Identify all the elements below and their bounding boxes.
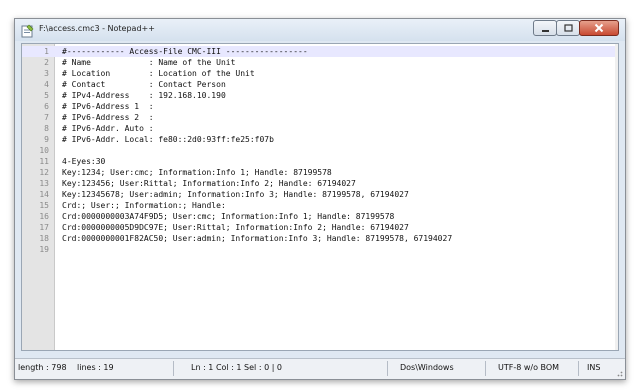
line-number: 5: [44, 91, 49, 100]
line-number: 2: [44, 58, 49, 67]
caption-buttons: [533, 20, 619, 37]
line-number: 3: [44, 69, 49, 78]
line-number: 16: [39, 212, 49, 221]
notepad-app-icon[interactable]: [21, 23, 34, 38]
line-number: 12: [39, 168, 49, 177]
line-text: # IPv4-Address : 192.168.10.190: [62, 91, 226, 100]
title-bar[interactable]: F:\access.cmc3 - Notepad++: [15, 19, 625, 41]
editor-area[interactable]: 1 #------------ Access-File CMC-III -----…: [21, 43, 619, 351]
line-number: 13: [39, 179, 49, 188]
maximize-icon: [563, 23, 573, 32]
status-bar: length : 798 lines : 19 Ln : 1 Col : 1 S…: [15, 358, 625, 379]
maximize-button[interactable]: [556, 20, 580, 36]
line-number: 10: [39, 146, 49, 155]
line-number: 6: [44, 102, 49, 111]
editor-line[interactable]: 1 #------------ Access-File CMC-III -----…: [22, 46, 618, 57]
window-title: F:\access.cmc3 - Notepad++: [39, 24, 155, 33]
line-text: #------------ Access-File CMC-III ------…: [62, 47, 308, 56]
minimize-button[interactable]: [533, 20, 557, 36]
line-text: # Name : Name of the Unit: [62, 58, 236, 67]
line-number: 9: [44, 135, 49, 144]
line-number: 19: [39, 245, 49, 254]
vertical-scrollbar[interactable]: [615, 44, 618, 350]
line-text: Key:12345678; User:admin; Information:In…: [62, 190, 409, 199]
line-number: 15: [39, 201, 49, 210]
line-text: # IPv6-Address 2 :: [62, 113, 154, 122]
line-text: Key:123456; User:Rittal; Information:Inf…: [62, 179, 356, 188]
line-number: 8: [44, 124, 49, 133]
close-button[interactable]: [579, 20, 619, 36]
status-divider: [578, 361, 579, 376]
line-text: Crd:0000000003A74F9D5; User:cmc; Informa…: [62, 212, 395, 221]
line-number: 11: [39, 157, 49, 166]
line-text: Crd:; User:; Information:; Handle:: [62, 201, 226, 210]
line-text: # IPv6-Addr. Auto :: [62, 124, 154, 133]
line-number: 18: [39, 234, 49, 243]
notepad-window: F:\access.cmc3 - Notepad++ 1 #-----------…: [14, 18, 626, 380]
status-length: length : 798: [18, 363, 67, 372]
line-number: 1: [44, 47, 49, 56]
close-icon: [594, 23, 604, 33]
status-encoding: UTF-8 w/o BOM: [498, 363, 560, 372]
status-divider: [173, 361, 174, 376]
line-text: # IPv6-Addr. Local: fe80::2d0:93ff:fe25:…: [62, 135, 274, 144]
line-text: # Location : Location of the Unit: [62, 69, 255, 78]
status-eol: Dos\Windows: [400, 363, 454, 372]
line-number: 4: [44, 80, 49, 89]
status-lines: lines : 19: [77, 363, 114, 372]
minimize-icon: [541, 29, 549, 32]
line-text: Crd:0000000001F82AC50; User:admin; Infor…: [62, 234, 453, 243]
line-text: # IPv6-Address 1 :: [62, 102, 154, 111]
line-text: Key:1234; User:cmc; Information:Info 1; …: [62, 168, 332, 177]
line-number: 17: [39, 223, 49, 232]
line-text: Crd:0000000005D9DC97E; User:Rittal; Info…: [62, 223, 409, 232]
status-position: Ln : 1 Col : 1 Sel : 0 | 0: [191, 363, 283, 372]
status-mode: INS: [587, 363, 601, 372]
status-divider: [387, 361, 388, 376]
line-number: 7: [44, 113, 49, 122]
status-divider: [485, 361, 486, 376]
line-text: # Contact : Contact Person: [62, 80, 226, 89]
line-number: 14: [39, 190, 49, 199]
line-text: 4-Eyes:30: [62, 157, 106, 166]
resize-grip-icon[interactable]: [615, 369, 623, 377]
